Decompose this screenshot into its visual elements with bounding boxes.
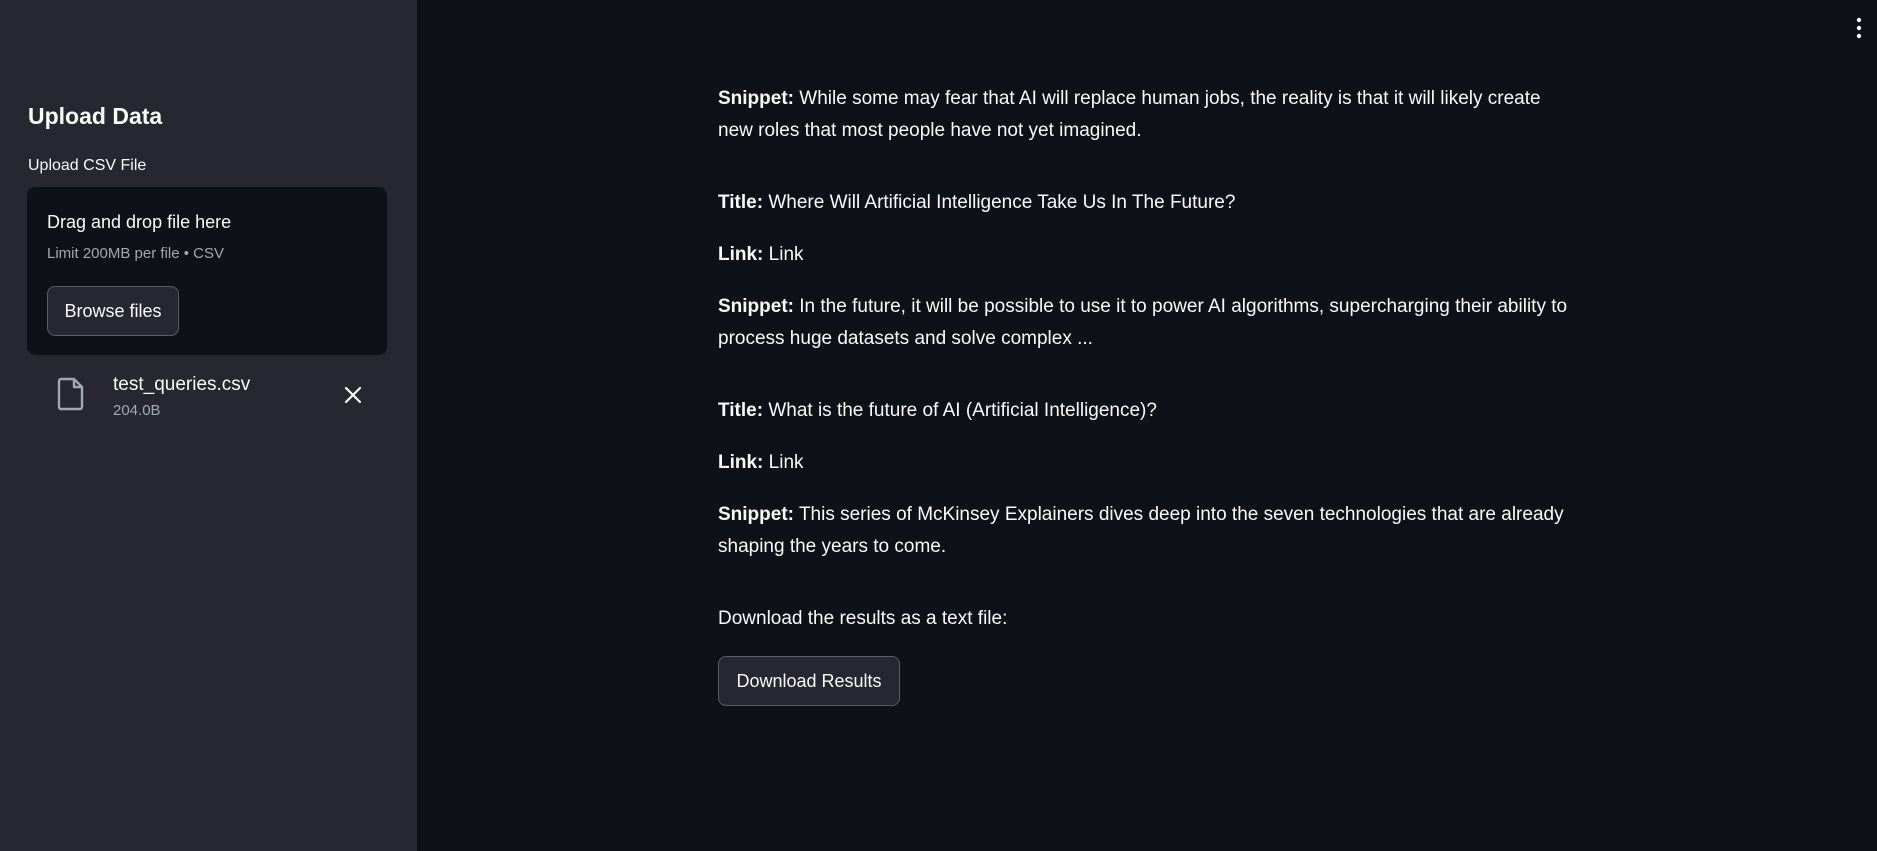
- result-link: Link: Link: [718, 239, 1578, 271]
- result-snippet: Snippet: This series of McKinsey Explain…: [718, 499, 1578, 563]
- sidebar: Upload Data Upload CSV File Drag and dro…: [0, 0, 417, 851]
- dropzone-limit-text: Limit 200MB per file • CSV: [47, 245, 224, 262]
- result-title: Title: Where Will Artificial Intelligenc…: [718, 187, 1578, 219]
- kebab-menu-icon[interactable]: [1852, 16, 1866, 40]
- uploader-label: Upload CSV File: [28, 157, 147, 174]
- snippet-text: While some may fear that AI will replace…: [718, 88, 1541, 141]
- sidebar-header: Upload Data: [28, 103, 163, 129]
- title-text: Where Will Artificial Intelligence Take …: [768, 192, 1236, 213]
- snippet-label: Snippet:: [718, 504, 794, 525]
- uploaded-file-row: test_queries.csv 204.0B: [27, 365, 387, 425]
- dropzone-title: Drag and drop file here: [47, 212, 232, 232]
- result-link: Link: Link: [718, 447, 1578, 479]
- uploaded-file-size: 204.0B: [113, 402, 161, 419]
- close-icon[interactable]: [341, 383, 365, 407]
- link-text[interactable]: Link: [769, 452, 804, 473]
- result-title: Title: What is the future of AI (Artific…: [718, 395, 1578, 427]
- snippet-text: In the future, it will be possible to us…: [718, 296, 1568, 349]
- link-label: Link:: [718, 244, 764, 265]
- snippet-label: Snippet:: [718, 296, 794, 317]
- browse-files-button[interactable]: Browse files: [47, 286, 179, 336]
- title-label: Title:: [718, 192, 764, 213]
- result-snippet: Snippet: In the future, it will be possi…: [718, 291, 1578, 355]
- title-text: What is the future of AI (Artificial Int…: [768, 400, 1157, 421]
- link-text[interactable]: Link: [769, 244, 804, 265]
- file-icon: [57, 377, 85, 411]
- download-results-button[interactable]: Download Results: [718, 656, 900, 706]
- file-dropzone[interactable]: Drag and drop file here Limit 200MB per …: [27, 187, 387, 355]
- result-snippet: Snippet: While some may fear that AI wil…: [718, 83, 1578, 147]
- link-label: Link:: [718, 452, 764, 473]
- main-content: Snippet: While some may fear that AI wil…: [718, 0, 1578, 851]
- uploaded-file-name: test_queries.csv: [113, 374, 251, 395]
- snippet-label: Snippet:: [718, 88, 794, 109]
- snippet-text: This series of McKinsey Explainers dives…: [718, 504, 1564, 557]
- title-label: Title:: [718, 400, 764, 421]
- download-instructions: Download the results as a text file:: [718, 608, 1008, 629]
- app: Upload Data Upload CSV File Drag and dro…: [0, 0, 1877, 851]
